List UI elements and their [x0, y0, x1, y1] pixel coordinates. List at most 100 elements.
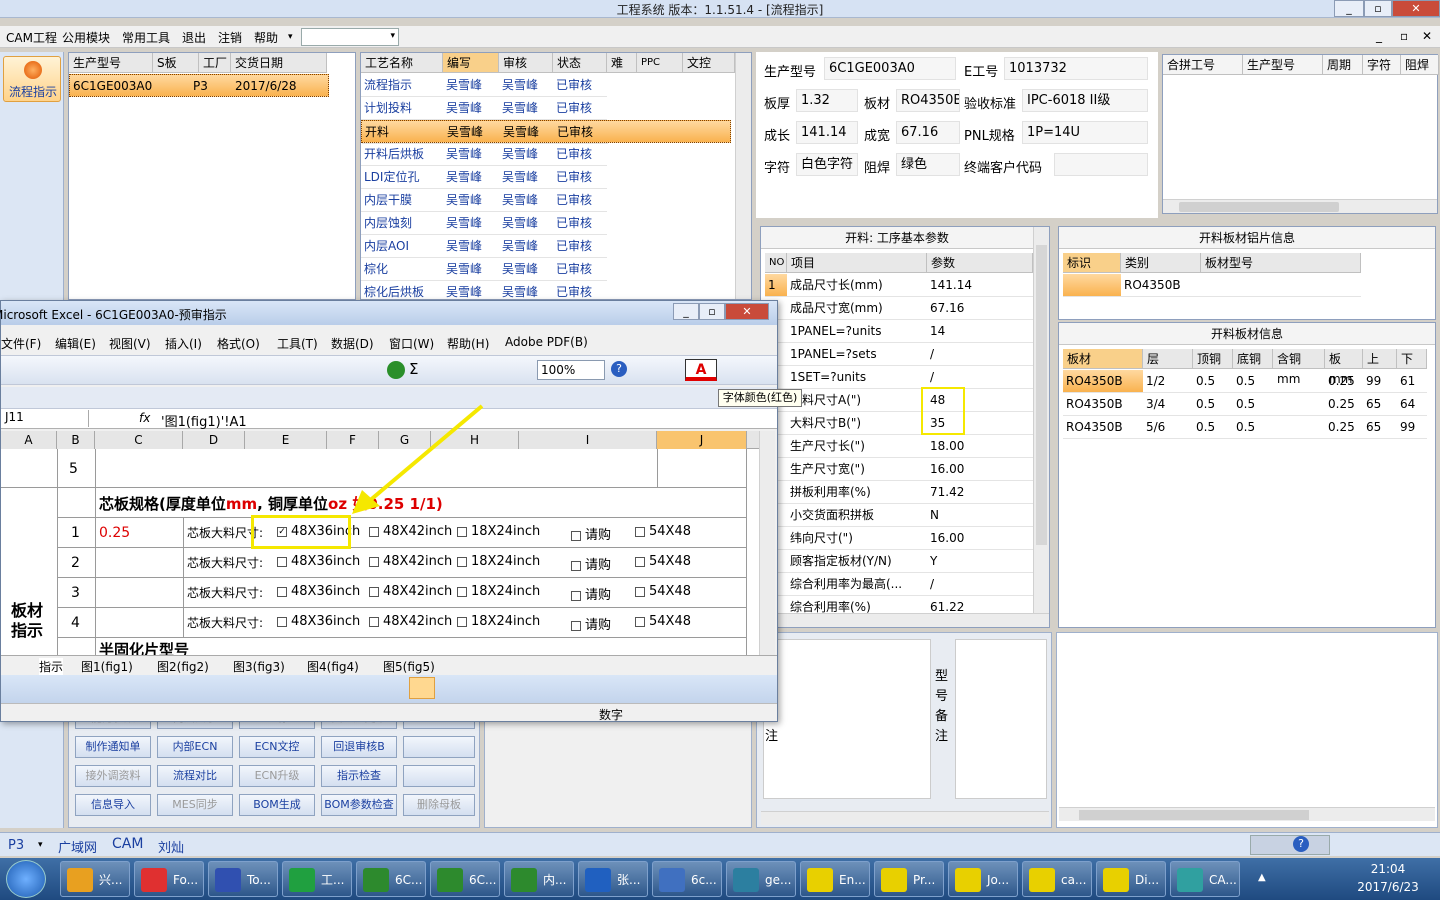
size-option[interactable]: 48X42inch	[369, 554, 452, 569]
sheet-tab[interactable]: 图5(fig5)	[383, 658, 435, 675]
excel-maximize-button[interactable]: ▫	[699, 303, 725, 320]
remark-right-box[interactable]	[955, 639, 1047, 799]
e-no-value[interactable]: 1013732	[1004, 57, 1148, 80]
action-button[interactable]: 流程对比	[157, 765, 233, 787]
function-icon[interactable]: fx	[139, 411, 150, 425]
size-option[interactable]: 54X48	[635, 554, 691, 569]
action-button[interactable]: 信息导入	[75, 794, 151, 816]
table-row[interactable]: 内层AOI 吴雪峰 吴雪峰 已审核	[361, 235, 735, 258]
taskbar-item[interactable]: ca...	[1022, 861, 1092, 897]
excel-menu-item[interactable]: 插入(I)	[165, 335, 202, 352]
menu-cam[interactable]: CAM工程	[6, 29, 57, 46]
table-row[interactable]: 综合利用率为最高(... /	[765, 573, 1033, 596]
accept-value[interactable]: IPC-6018 II级	[1022, 89, 1148, 112]
col-s-board[interactable]: S板	[153, 53, 199, 73]
table-row[interactable]: 生产尺寸长(") 18.00	[765, 435, 1033, 458]
taskbar-item[interactable]: En...	[800, 861, 870, 897]
col-period[interactable]: 周期	[1323, 55, 1363, 75]
taskbar-item[interactable]: 兴...	[60, 861, 130, 897]
checkbox[interactable]	[277, 556, 287, 567]
checkbox[interactable]	[571, 620, 581, 631]
taskbar-item[interactable]: To...	[208, 861, 278, 897]
board-col-header[interactable]: 层	[1143, 349, 1193, 369]
size-option[interactable]: 48X36inch	[277, 584, 360, 599]
table-row[interactable]: RO4350B 1/2 0.5 0.5 0.25 99 61	[1059, 370, 1431, 393]
excel-menu-item[interactable]: 文件(F)	[1, 335, 41, 352]
close-button[interactable]: ✕	[1392, 0, 1440, 17]
column-header[interactable]: E	[245, 431, 327, 449]
table-row[interactable]: 内层干膜 吴雪峰 吴雪峰 已审核	[361, 189, 735, 212]
col-writer[interactable]: 编写	[443, 53, 499, 73]
table-row[interactable]: 拼板利用率(%) 71.42	[765, 481, 1033, 504]
table-row[interactable]: RO4350B 3/4 0.5 0.5 0.25 65 64	[1059, 393, 1431, 416]
table-row[interactable]: 顾客指定板材(Y/N) Y	[765, 550, 1033, 573]
start-button[interactable]	[6, 860, 46, 898]
table-row[interactable]: RO4350B 5/6 0.5 0.5 0.25 65 99	[1059, 416, 1431, 439]
pnl-value[interactable]: 1P=14U	[1022, 121, 1148, 144]
table-row[interactable]: 6C1GE003A0 P3 2017/6/28	[69, 74, 329, 97]
extra-hscroll[interactable]	[1059, 807, 1435, 821]
taskbar-item[interactable]: ge...	[726, 861, 796, 897]
customer-value[interactable]	[1054, 153, 1148, 176]
taskbar-item[interactable]: Jo...	[948, 861, 1018, 897]
menu-more-icon[interactable]: ▾	[288, 32, 293, 42]
char-value[interactable]: 白色字符	[796, 153, 858, 176]
action-button[interactable]	[403, 765, 475, 787]
flow-instruction-button[interactable]: 流程指示	[3, 56, 61, 102]
col-char[interactable]: 字符	[1363, 55, 1401, 75]
checkbox[interactable]	[369, 556, 379, 567]
size-option[interactable]: 18X24inch	[457, 554, 540, 569]
col-model[interactable]: 生产型号	[69, 53, 153, 73]
column-header[interactable]: J	[657, 431, 747, 449]
size-option[interactable]: 请购	[571, 614, 611, 633]
clock[interactable]: 21:04 2017/6/23	[1352, 862, 1424, 894]
taskbar-item[interactable]: Di...	[1096, 861, 1166, 897]
taskbar-item[interactable]: 6C...	[430, 861, 500, 897]
checkbox[interactable]	[571, 560, 581, 571]
excel-menu-item[interactable]: Adobe PDF(B)	[505, 335, 588, 349]
plant-select[interactable]: P3	[8, 838, 24, 853]
scroll-thumb[interactable]	[1079, 810, 1309, 820]
tray-toolbar[interactable]: ?	[1250, 835, 1330, 855]
table-row[interactable]: 纬向尺寸(") 16.00	[765, 527, 1033, 550]
table-row[interactable]: 生产尺寸宽(") 16.00	[765, 458, 1033, 481]
size-option[interactable]: 54X48	[635, 524, 691, 539]
table-row[interactable]: 开料后烘板 吴雪峰 吴雪峰 已审核	[361, 143, 735, 166]
checkbox[interactable]	[457, 556, 467, 567]
taskbar-item[interactable]: 内...	[504, 861, 574, 897]
col-mark[interactable]: 标识	[1063, 253, 1121, 273]
name-box[interactable]: J11	[5, 410, 89, 427]
scroll-thumb[interactable]	[1036, 245, 1047, 545]
table-row[interactable]: 流程指示 吴雪峰 吴雪峰 已审核	[361, 74, 735, 97]
taskbar-item[interactable]: Fo...	[134, 861, 204, 897]
checkbox[interactable]	[277, 586, 287, 597]
param-hscroll[interactable]	[761, 613, 1049, 627]
sheet-tab[interactable]: 指示	[39, 658, 64, 675]
col-combine-no[interactable]: 合拼工号	[1163, 55, 1243, 75]
col-param[interactable]: 参数	[927, 253, 1033, 273]
checkbox[interactable]	[369, 616, 379, 627]
length-value[interactable]: 141.14	[796, 121, 858, 144]
column-header[interactable]: D	[183, 431, 245, 449]
size-option[interactable]: 48X42inch	[369, 614, 452, 629]
col-no[interactable]: NO	[765, 253, 787, 273]
action-button[interactable]: 接外调资料	[75, 765, 151, 787]
column-header[interactable]: B	[57, 431, 95, 449]
table-row[interactable]: 计划投料 吴雪峰 吴雪峰 已审核	[361, 97, 735, 120]
board-col-header[interactable]: 板材	[1063, 349, 1143, 369]
action-button[interactable]: 内部ECN	[157, 736, 233, 758]
sheet-tab[interactable]: 图3(fig3)	[233, 658, 285, 675]
size-option[interactable]: 48X42inch	[369, 584, 452, 599]
table-row[interactable]: 大料尺寸A(") 48	[765, 389, 1033, 412]
size-option[interactable]: 请购	[571, 584, 611, 603]
action-button[interactable]: 回退审核B	[321, 736, 397, 758]
action-button[interactable]: 制作通知单	[75, 736, 151, 758]
action-button[interactable]: BOM生成	[239, 794, 315, 816]
col-process-name[interactable]: 工艺名称	[361, 53, 443, 73]
checkbox[interactable]	[369, 526, 379, 537]
checkbox[interactable]	[277, 616, 287, 627]
col-mask[interactable]: 阻焊	[1401, 55, 1439, 75]
size-option[interactable]: 48X36inch	[277, 614, 360, 629]
process-scrollbar[interactable]	[735, 53, 751, 299]
col-category[interactable]: 类别	[1121, 253, 1201, 273]
